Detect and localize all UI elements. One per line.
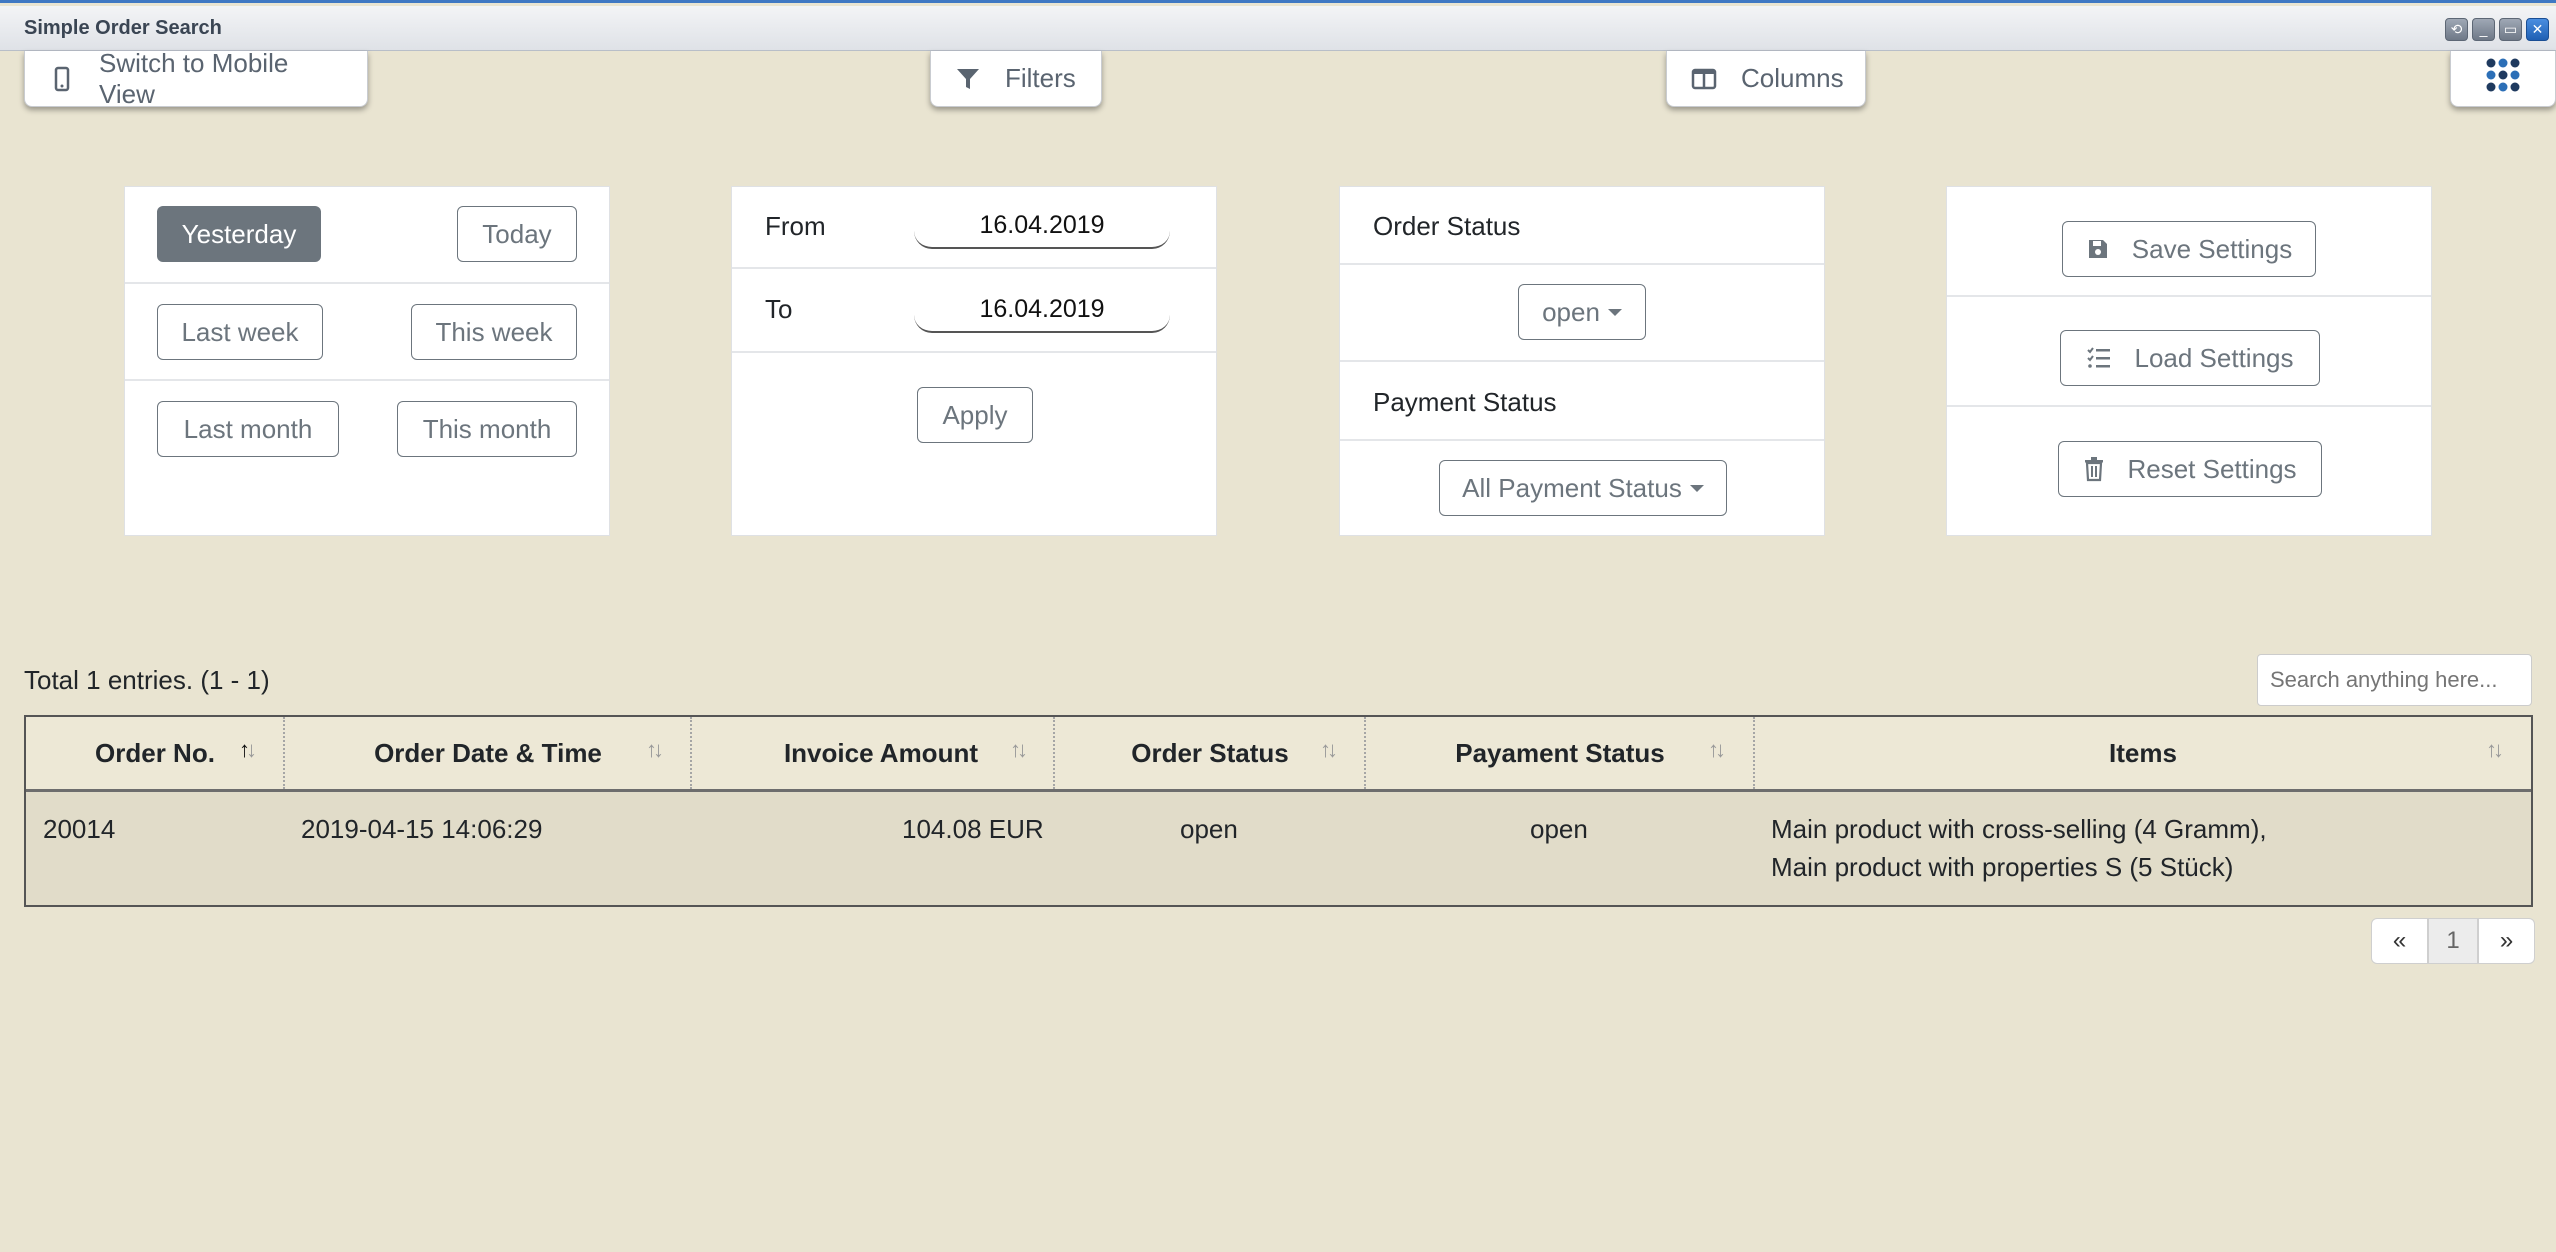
col-invoice-amount-label: Invoice Amount	[783, 737, 978, 768]
status-filters-card: Order Status open Payment Status All Pay…	[1339, 186, 1825, 536]
payment-status-label: Payment Status	[1373, 387, 1557, 417]
window-title: Simple Order Search	[24, 17, 222, 39]
col-invoice-amount[interactable]: Invoice Amount	[692, 717, 1028, 789]
col-items-label: Items	[2109, 737, 2177, 768]
settings-card: Save Settings Load Settings Reset Settin…	[1946, 186, 2432, 536]
orders-table: Order No. ↑↓ Order Date & Time ↑↓ Invoic…	[24, 715, 2533, 907]
date-presets-card: Yesterday Today Last week This week Last…	[124, 186, 610, 536]
col-order-date-label: Order Date & Time	[374, 737, 602, 768]
divider	[125, 282, 609, 284]
today-button[interactable]: Today	[457, 206, 577, 262]
cell-order-no: 20014	[43, 814, 116, 844]
this-month-button[interactable]: This month	[397, 401, 577, 457]
save-icon	[2086, 237, 2110, 261]
maximize-icon[interactable]: ▭	[2499, 18, 2522, 41]
cell-items-line1: Main product with cross-selling (4 Gramm…	[1771, 814, 2267, 844]
order-status-value: open	[1542, 296, 1600, 327]
switch-mobile-view-button[interactable]: Switch to Mobile View	[24, 47, 368, 109]
entries-summary: Total 1 entries. (1 - 1)	[24, 665, 270, 695]
col-payment-status[interactable]: Payament Status	[1366, 717, 1754, 789]
order-status-label: Order Status	[1373, 211, 1521, 241]
yesterday-button[interactable]: Yesterday	[157, 206, 321, 262]
pagination-current-page: 1	[2446, 927, 2460, 954]
load-settings-label: Load Settings	[2134, 342, 2294, 373]
columns-label: Columns	[1741, 63, 1844, 93]
col-order-no-label: Order No.	[95, 737, 215, 768]
save-settings-label: Save Settings	[2131, 233, 2293, 264]
to-date-input[interactable]: 16.04.2019	[914, 289, 1170, 333]
from-date-input[interactable]: 16.04.2019	[914, 205, 1170, 249]
columns-button[interactable]: Columns	[1666, 51, 1866, 107]
divider	[1947, 295, 2431, 297]
col-order-status-label: Order Status	[1131, 737, 1289, 768]
sort-icon[interactable]: ↑↓	[1010, 737, 1028, 763]
switch-mobile-view-label: Switch to Mobile View	[99, 47, 289, 109]
app-window: Simple Order Search ⟲ _ ▭ ✕ Switch to Mo…	[0, 0, 2556, 1252]
order-status-dropdown[interactable]: open	[1518, 284, 1646, 340]
cell-items-line2: Main product with properties S (5 Stück)	[1771, 852, 2234, 882]
col-items[interactable]: Items	[1755, 717, 2531, 789]
load-settings-button[interactable]: Load Settings	[2060, 330, 2320, 386]
filters-button[interactable]: Filters	[930, 51, 1102, 107]
divider	[1340, 439, 1824, 441]
divider	[1340, 360, 1824, 362]
close-icon[interactable]: ✕	[2526, 18, 2549, 41]
sort-icon[interactable]: ↑↓	[2486, 737, 2504, 763]
divider	[732, 351, 1216, 353]
app-grid-icon	[2482, 54, 2524, 103]
date-range-card: From 16.04.2019 To 16.04.2019 Apply	[731, 186, 1217, 536]
list-check-icon	[2086, 346, 2112, 370]
sort-icon[interactable]: ↑↓	[239, 737, 257, 763]
pagination-prev-button[interactable]: «	[2371, 918, 2428, 964]
filters-label: Filters	[1005, 63, 1076, 93]
columns-icon	[1691, 66, 1717, 92]
title-bar: Simple Order Search ⟲ _ ▭ ✕	[0, 6, 2556, 51]
table-row[interactable]: 20014 2019-04-15 14:06:29 104.08 EUR ope…	[26, 792, 2531, 905]
apply-button[interactable]: Apply	[917, 387, 1033, 443]
app-grid-button[interactable]	[2450, 51, 2556, 107]
trash-icon	[2083, 456, 2105, 482]
col-payment-status-label: Payament Status	[1455, 737, 1665, 768]
table-header: Order No. ↑↓ Order Date & Time ↑↓ Invoic…	[26, 717, 2531, 792]
divider	[125, 379, 609, 381]
chevrons-left-icon: «	[2392, 927, 2407, 954]
payment-status-dropdown[interactable]: All Payment Status	[1439, 460, 1727, 516]
cell-order-date: 2019-04-15 14:06:29	[301, 814, 543, 844]
payment-status-value: All Payment Status	[1462, 472, 1682, 503]
divider	[1340, 263, 1824, 265]
pagination-next-button[interactable]: »	[2478, 918, 2535, 964]
filter-icon	[955, 66, 981, 92]
search-input[interactable]	[2257, 654, 2532, 706]
from-label: From	[765, 211, 826, 241]
cell-order-status: open	[1180, 814, 1238, 844]
reset-settings-button[interactable]: Reset Settings	[2058, 441, 2322, 497]
cell-invoice-amount: 104.08 EUR	[902, 814, 1044, 844]
col-order-date[interactable]: Order Date & Time	[285, 717, 691, 789]
sort-icon[interactable]: ↑↓	[1708, 737, 1726, 763]
to-label: To	[765, 294, 793, 324]
cell-payment-status: open	[1530, 814, 1588, 844]
divider	[732, 267, 1216, 269]
sort-icon[interactable]: ↑↓	[646, 737, 664, 763]
minimize-icon[interactable]: _	[2472, 18, 2495, 41]
divider	[1947, 405, 2431, 407]
save-settings-button[interactable]: Save Settings	[2062, 221, 2316, 277]
pagination-page-button[interactable]: 1	[2428, 918, 2478, 964]
chevrons-right-icon: »	[2499, 927, 2514, 954]
last-week-button[interactable]: Last week	[157, 304, 323, 360]
refresh-icon[interactable]: ⟲	[2445, 18, 2468, 41]
last-month-button[interactable]: Last month	[157, 401, 339, 457]
sort-icon[interactable]: ↑↓	[1320, 737, 1338, 763]
reset-settings-label: Reset Settings	[2127, 453, 2297, 484]
this-week-button[interactable]: This week	[411, 304, 577, 360]
mobile-icon	[49, 66, 75, 92]
col-order-status[interactable]: Order Status	[1055, 717, 1365, 789]
